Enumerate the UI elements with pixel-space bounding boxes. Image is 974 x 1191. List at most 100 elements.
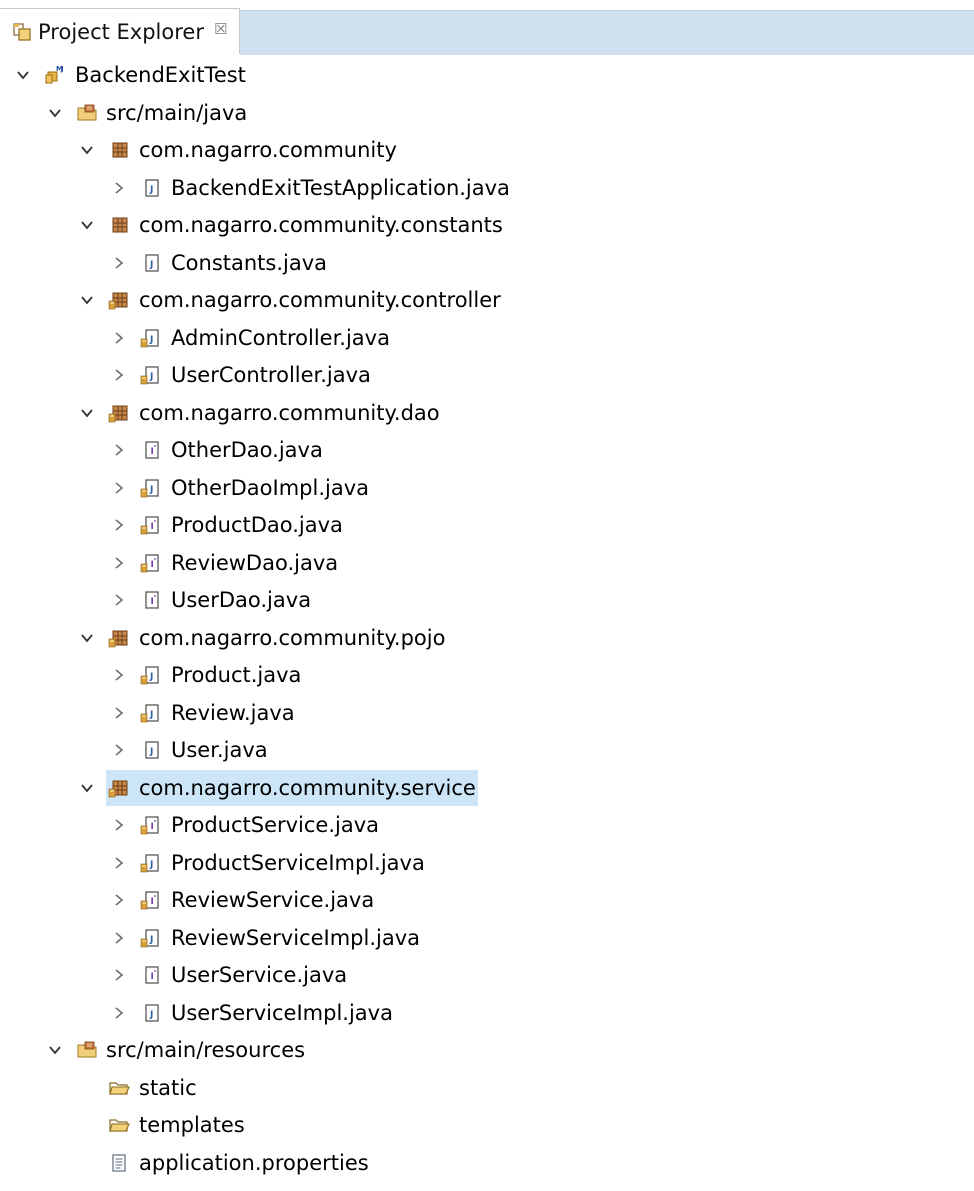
- tree-item-folder-templates[interactable]: templates: [0, 1107, 974, 1143]
- tree-item-label: ProductServiceImpl.java: [171, 850, 425, 875]
- tree-item-label: UserService.java: [171, 963, 348, 987]
- chevron-down-icon[interactable]: [80, 406, 94, 420]
- folder-icon: [108, 1077, 130, 1099]
- tree-item-label: com.nagarro.community: [139, 138, 397, 162]
- package-modified-icon: [108, 289, 130, 311]
- tree-item-label: src/main/resources: [106, 1038, 306, 1062]
- properties-file-icon: [108, 1152, 130, 1174]
- tree-item-file-userserviceimpl[interactable]: J UserServiceImpl.java: [0, 995, 974, 1031]
- tree-item-file-userdao[interactable]: I UserDao.java: [0, 582, 974, 618]
- tree-item-file-admincontroller[interactable]: J AdminController.java: [0, 320, 974, 356]
- chevron-right-icon[interactable]: [112, 931, 126, 945]
- tree-item-label: BackendExitTest: [75, 63, 246, 87]
- svg-text:J: J: [149, 185, 153, 195]
- chevron-down-icon[interactable]: [80, 781, 94, 795]
- tree-item-file-otherdao[interactable]: I OtherDao.java: [0, 432, 974, 468]
- tree-item-label: ReviewServiceImpl.java: [171, 925, 421, 950]
- java-file-icon: J: [140, 177, 162, 199]
- tree-item-label: AdminController.java: [171, 325, 390, 350]
- tree-item-source-folder-src-main-resources[interactable]: src/main/resources: [0, 1032, 974, 1068]
- java-file-modified-icon: J: [140, 702, 162, 724]
- chevron-right-icon[interactable]: [112, 593, 126, 607]
- java-file-icon: J: [140, 1002, 162, 1024]
- tree-item-file-reviewserviceimpl[interactable]: J ReviewServiceImpl.java: [0, 920, 974, 956]
- chevron-right-icon[interactable]: [112, 331, 126, 345]
- chevron-down-icon[interactable]: [16, 68, 30, 82]
- tree-item-file-constants[interactable]: J Constants.java: [0, 245, 974, 281]
- tree-item-file-usercontroller[interactable]: J UserController.java: [0, 357, 974, 393]
- tree-item-package-service[interactable]: com.nagarro.community.service: [0, 769, 974, 806]
- tree-item-label: OtherDao.java: [171, 438, 323, 462]
- chevron-right-icon[interactable]: [112, 443, 126, 457]
- tree-item-label: UserController.java: [171, 363, 371, 387]
- tree-item-package-community[interactable]: com.nagarro.community: [0, 132, 974, 168]
- chevron-down-icon[interactable]: [80, 218, 94, 232]
- tree-item-label: Constants.java: [171, 250, 328, 275]
- tree-item-file-otherdaoimpl[interactable]: J OtherDaoImpl.java: [0, 470, 974, 506]
- chevron-right-icon[interactable]: [112, 893, 126, 907]
- chevron-right-icon[interactable]: [112, 181, 126, 195]
- chevron-right-icon[interactable]: [112, 743, 126, 757]
- tree-item-label: User.java: [171, 738, 268, 762]
- source-folder-icon: [76, 102, 98, 124]
- svg-text:I: I: [151, 897, 154, 907]
- tree-item-file-product[interactable]: J Product.java: [0, 657, 974, 693]
- svg-text:J: J: [149, 672, 153, 682]
- tree-item-package-controller[interactable]: com.nagarro.community.controller: [0, 282, 974, 318]
- chevron-down-icon[interactable]: [80, 631, 94, 645]
- tree-item-file-reviewservice[interactable]: I ReviewService.java: [0, 882, 974, 918]
- svg-text:I: I: [151, 822, 154, 832]
- tree-item-label: com.nagarro.community.controller: [139, 288, 501, 312]
- tab-project-explorer[interactable]: Project Explorer ☒: [0, 8, 240, 54]
- tree-item-file-productserviceimpl[interactable]: J ProductServiceImpl.java: [0, 845, 974, 881]
- chevron-right-icon[interactable]: [112, 481, 126, 495]
- tree-item-file-backendexittestapplication[interactable]: J BackendExitTestApplication.java: [0, 170, 974, 206]
- chevron-right-icon[interactable]: [112, 1006, 126, 1020]
- chevron-right-icon[interactable]: [112, 518, 126, 532]
- chevron-right-icon[interactable]: [112, 256, 126, 270]
- chevron-right-icon[interactable]: [112, 706, 126, 720]
- chevron-right-icon[interactable]: [112, 668, 126, 682]
- tree-item-folder-static[interactable]: static: [0, 1070, 974, 1106]
- svg-text:I: I: [151, 560, 154, 570]
- chevron-down-icon[interactable]: [48, 1043, 62, 1057]
- tree-item-source-folder-src-main-java[interactable]: src/main/java: [0, 95, 974, 131]
- package-icon: [108, 214, 130, 236]
- chevron-down-icon[interactable]: [80, 143, 94, 157]
- svg-text:J: J: [149, 935, 153, 945]
- chevron-right-icon[interactable]: [112, 856, 126, 870]
- tree-item-project-backendexittest[interactable]: M J BackendExitTest: [0, 57, 974, 93]
- tree-item-label: Product.java: [171, 663, 302, 687]
- svg-text:I: I: [151, 597, 154, 607]
- chevron-right-icon[interactable]: [112, 968, 126, 982]
- java-file-modified-icon: J: [140, 477, 162, 499]
- tree-item-label: ProductService.java: [171, 813, 380, 837]
- tree-item-file-application-properties[interactable]: application.properties: [0, 1145, 974, 1181]
- view-tab-bar: Project Explorer ☒: [0, 0, 974, 55]
- chevron-down-icon[interactable]: [48, 106, 62, 120]
- tree-item-file-user[interactable]: J User.java: [0, 732, 974, 768]
- chevron-right-icon[interactable]: [112, 556, 126, 570]
- tree-item-label: UserServiceImpl.java: [171, 1000, 393, 1025]
- tree-item-file-reviewdao[interactable]: I ReviewDao.java: [0, 545, 974, 581]
- chevron-right-icon[interactable]: [112, 368, 126, 382]
- java-interface-modified-icon: I: [140, 889, 162, 911]
- tree-item-file-productservice[interactable]: I ProductService.java: [0, 807, 974, 843]
- tree-item-label: src/main/java: [106, 100, 248, 125]
- tree-item-label: com.nagarro.community.dao: [139, 400, 440, 425]
- tree-item-file-userservice[interactable]: I UserService.java: [0, 957, 974, 993]
- package-modified-icon: [108, 777, 130, 799]
- chevron-right-icon[interactable]: [112, 818, 126, 832]
- tree-item-file-productdao[interactable]: I ProductDao.java: [0, 507, 974, 543]
- tree-item-file-review[interactable]: J Review.java: [0, 695, 974, 731]
- folder-icon: [108, 1114, 130, 1136]
- svg-text:J: J: [149, 372, 153, 382]
- chevron-down-icon[interactable]: [80, 293, 94, 307]
- java-interface-icon: I: [140, 589, 162, 611]
- tree-item-package-pojo[interactable]: com.nagarro.community.pojo: [0, 620, 974, 656]
- tab-bar-background: [240, 10, 974, 55]
- tree-item-package-constants[interactable]: com.nagarro.community.constants: [0, 207, 974, 243]
- java-file-icon: J: [140, 739, 162, 761]
- tree-item-package-dao[interactable]: com.nagarro.community.dao: [0, 395, 974, 431]
- close-icon[interactable]: ☒: [214, 20, 227, 38]
